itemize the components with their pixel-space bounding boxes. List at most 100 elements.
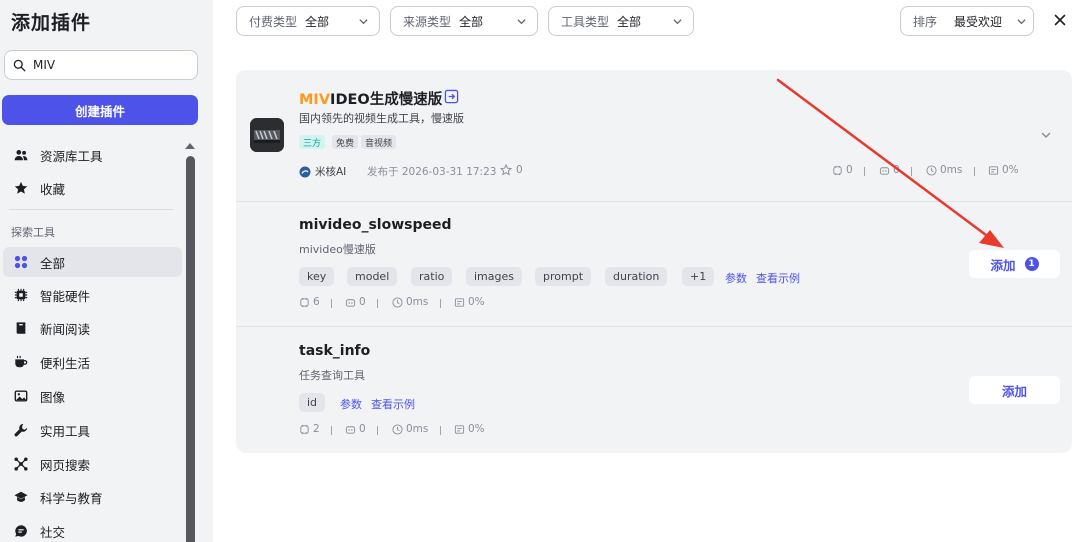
sidebar-item-library-tools[interactable]: 资源库工具 [3,140,182,170]
network-icon [13,456,29,472]
stat-success: 0% [988,164,1019,176]
stat-value: 2 [313,423,320,435]
chip-icon [13,287,29,303]
sidebar-item-all[interactable]: 全部 [3,247,182,277]
filter-tool-type[interactable]: 工具类型 全部 [548,6,694,36]
sidebar-item-label: 科学与教育 [40,490,103,506]
filter-value: 全部 [305,14,330,29]
title-highlight: MIV [299,92,331,108]
sidebar: 添加插件 创建插件 资源库工具 收藏 探索工具 全部 智能硬件 新闻阅读 便利生… [0,0,213,542]
scroll-up-arrow[interactable] [185,143,195,149]
stat-value: 0 [359,423,366,435]
params-link[interactable]: 参数 [340,396,362,412]
sort-label: 排序 [913,14,938,29]
sidebar-item-image[interactable]: 图像 [3,381,182,411]
filter-value: 全部 [617,14,642,29]
sidebar-item-smart-hardware[interactable]: 智能硬件 [3,280,182,310]
stat-value: 0 [893,164,900,176]
sort-dropdown[interactable]: 排序 最受欢迎 [900,6,1034,36]
search-box[interactable] [4,50,198,80]
param-tag: images [466,267,522,286]
section-label: 探索工具 [11,226,55,239]
stat-success: 0% [454,296,485,308]
tag-third-party: 三方 [299,135,326,149]
tag-audio-video: 音视频 [361,135,397,149]
page-title: 添加插件 [11,12,92,34]
title-rest: IDEO生成慢速版 [330,92,443,108]
plugin-description: 国内领先的视频生成工具，慢速版 [299,112,464,125]
count-badge: 1 [1024,257,1039,271]
favorite-count[interactable]: 0 [500,164,523,176]
sidebar-item-life[interactable]: 便利生活 [3,347,182,377]
clock-icon [392,423,403,435]
param-tag: key [299,267,335,286]
calls-icon [833,165,842,175]
stat-bots: 0 [345,423,366,435]
stat-value: 0ms [940,164,963,176]
stat-latency: 0ms [392,423,428,435]
stat-calls: 2 [299,423,320,435]
star-icon [13,180,29,196]
clock-icon [392,296,403,308]
param-tag: model [347,267,398,286]
sidebar-item-label: 实用工具 [40,423,91,439]
sidebar-item-science-education[interactable]: 科学与教育 [3,482,182,512]
sidebar-item-web-search[interactable]: 网页搜索 [3,449,182,479]
wrench-icon [13,422,29,438]
plugin-card: MIVIDEO生成慢速版 国内领先的视频生成工具，慢速版 三方 免费 音视频 米… [236,70,1072,453]
stat-value: 0 [846,164,853,176]
plugin-logo [250,118,284,152]
stat-value: 0 [359,296,366,308]
filter-source-type[interactable]: 来源类型 全部 [390,6,538,36]
sidebar-item-favorites[interactable]: 收藏 [3,173,182,203]
calls-icon [300,297,309,307]
sidebar-item-label: 智能硬件 [40,288,91,304]
add-label: 添加 [1001,383,1027,399]
chevron-down-icon[interactable] [1040,129,1052,141]
chat-icon [13,523,29,539]
search-input[interactable] [33,58,183,72]
sidebar-item-news[interactable]: 新闻阅读 [3,313,182,343]
close-icon[interactable] [1052,12,1068,28]
sidebar-item-label: 收藏 [40,181,66,197]
scrollbar-thumb[interactable] [186,156,195,542]
tool-name: mivideo_slowspeed [299,217,452,233]
success-rate-icon [454,424,465,434]
sidebar-item-label: 资源库工具 [40,148,103,164]
open-link-icon[interactable] [444,89,459,104]
create-plugin-button[interactable]: 创建插件 [2,95,198,125]
add-tool-button[interactable]: 添加 1 [969,250,1060,278]
sort-value: 最受欢迎 [954,14,1003,29]
filter-label: 工具类型 [561,14,610,29]
image-icon [13,388,29,404]
param-tag: duration [605,267,668,286]
chevron-down-icon [359,19,368,25]
plugin-title: MIVIDEO生成慢速版 [299,88,442,109]
stat-separator [377,299,378,308]
sidebar-item-utilities[interactable]: 实用工具 [3,415,182,445]
tag-free: 免费 [332,135,359,149]
bot-icon [879,166,890,175]
stat-separator [377,426,378,435]
sidebar-item-social[interactable]: 社交 [3,516,182,542]
filter-label: 来源类型 [403,14,452,29]
book-icon [13,320,29,336]
sidebar-item-label: 图像 [40,389,66,405]
favorite-count-value: 0 [516,164,523,176]
stat-calls: 6 [299,296,320,308]
stat-separator [440,299,441,308]
filter-pay-type[interactable]: 付费类型 全部 [236,6,380,36]
add-tool-button[interactable]: 添加 [969,376,1060,404]
stat-calls: 0 [832,164,853,176]
author-avatar-icon [299,166,311,177]
view-example-link[interactable]: 查看示例 [371,396,415,412]
view-example-link[interactable]: 查看示例 [756,270,800,286]
author-name: 米核AI [315,166,347,178]
params-link[interactable]: 参数 [725,270,747,286]
chevron-down-icon [673,19,682,25]
stat-value: 0% [468,296,485,308]
param-tag: prompt [535,267,592,286]
add-label: 添加 [990,257,1016,273]
stat-latency: 0ms [392,296,428,308]
param-more-tag[interactable]: +1 [682,267,715,286]
